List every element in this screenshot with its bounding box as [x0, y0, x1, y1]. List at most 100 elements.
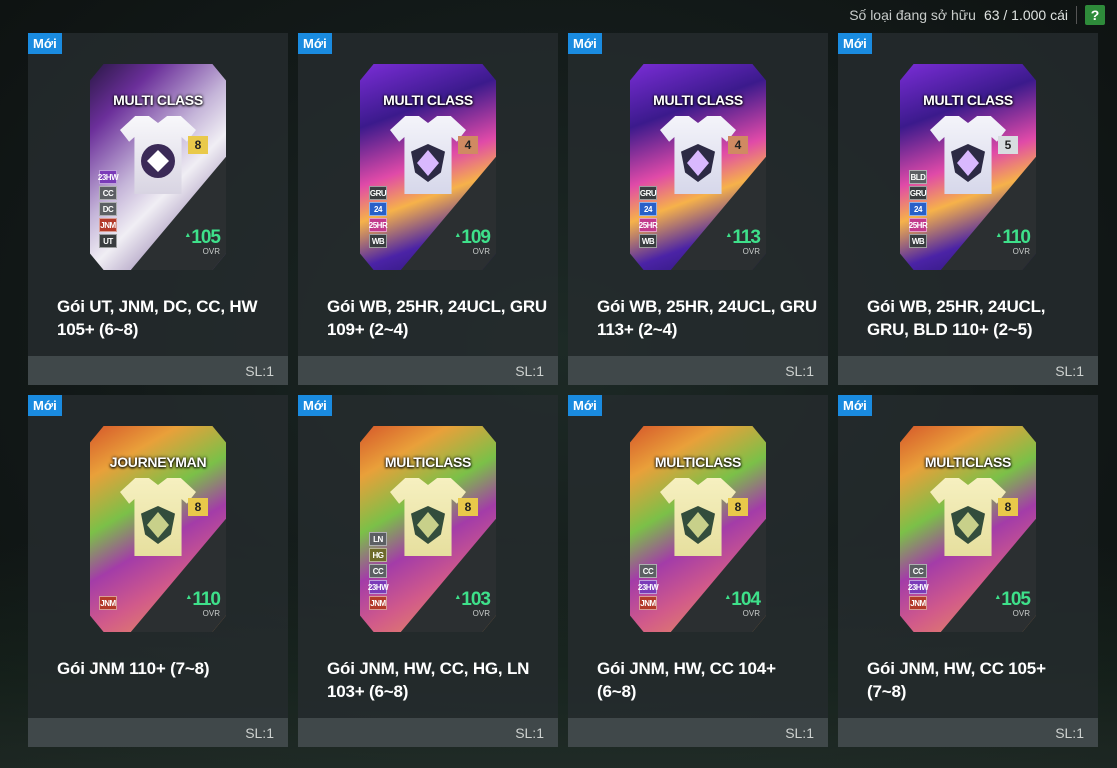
pack-card-image[interactable]: MULTI CLASS 4 GRU 24 25HR WB 113OVR — [630, 64, 766, 270]
season-badge-list: GRU 24 25HR WB — [369, 186, 388, 248]
pack-tile[interactable]: Mới MULTI CLASS 8 23HW CC DC JNM UT 105OVR Gói UT… — [28, 33, 288, 385]
pack-name: Gói WB, 25HR, 24UCL, GRU 113+ (2~4) — [597, 297, 818, 339]
season-badge: BLD — [909, 170, 927, 184]
ovr-rating: 105OVR — [184, 226, 221, 256]
ovr-value: 103 — [454, 588, 491, 609]
pack-card-image[interactable]: MULTICLASS 8 CC 23HW JNM 104OVR — [630, 426, 766, 632]
pack-card-image[interactable]: MULTICLASS 8 CC 23HW JNM 105OVR — [900, 426, 1036, 632]
pack-name: Gói JNM 110+ (7~8) — [57, 659, 210, 678]
pack-name: Gói JNM, HW, CC 105+ (7~8) — [867, 659, 1046, 701]
season-badge: LN — [369, 532, 387, 546]
season-badge-list: 23HW CC DC JNM UT — [98, 170, 119, 248]
season-badge-list: JNM — [99, 596, 117, 610]
ovr-value: 113 — [725, 226, 761, 247]
season-badge: WB — [909, 234, 927, 248]
season-badge-list: BLD GRU 24 25HR WB — [909, 170, 928, 248]
pack-tile[interactable]: Mới MULTI CLASS 4 GRU 24 25HR WB 109OVR Gói WB, … — [298, 33, 558, 385]
pack-tile[interactable]: Mới JOURNEYMAN 8 JNM 110OVR Gói JNM 110+ (7~8… — [28, 395, 288, 747]
season-badge: GRU — [369, 186, 387, 200]
season-badge: UT — [99, 234, 117, 248]
pack-quantity: SL:1 — [298, 356, 558, 385]
ovr-value: 105 — [184, 226, 221, 247]
new-badge: Mới — [838, 395, 872, 416]
pack-quantity: SL:1 — [28, 718, 288, 747]
season-badge-list: CC 23HW JNM — [638, 564, 659, 610]
season-badge: 25HR — [639, 218, 658, 232]
pack-tile[interactable]: Mới MULTI CLASS 5 BLD GRU 24 25HR WB 110OVR Gói W… — [838, 33, 1098, 385]
pack-name: Gói WB, 25HR, 24UCL, GRU 109+ (2~4) — [327, 297, 548, 339]
pack-grid: MớiMULTI CLASS823HWCCDCJNMUT105OVRGói UT… — [28, 33, 1098, 747]
season-badge: DC — [99, 202, 117, 216]
ovr-value: 110 — [185, 588, 221, 609]
pack-card-image[interactable]: MULTICLASS 8 LN HG CC 23HW JNM 103OVR — [360, 426, 496, 632]
pack-card-image[interactable]: MULTI CLASS 5 BLD GRU 24 25HR WB 110OVR — [900, 64, 1036, 270]
ovr-label: OVR — [472, 247, 490, 256]
season-badge: 23HW — [98, 170, 119, 184]
season-badge: JNM — [369, 596, 387, 610]
season-badge: CC — [639, 564, 657, 578]
new-badge: Mới — [568, 395, 602, 416]
upgrade-level-badge: 8 — [998, 498, 1018, 516]
pack-quantity: SL:1 — [838, 718, 1098, 747]
pack-card-image[interactable]: JOURNEYMAN 8 JNM 110OVR — [90, 426, 226, 632]
owned-count: 63 / 1.000 cái — [983, 7, 1068, 23]
card-title: JOURNEYMAN — [109, 454, 207, 470]
upgrade-level-badge: 4 — [458, 136, 478, 154]
new-badge: Mới — [838, 33, 872, 54]
new-badge: Mới — [568, 33, 602, 54]
ovr-value: 105 — [994, 588, 1031, 609]
upgrade-level-badge: 4 — [728, 136, 748, 154]
pack-name: Gói JNM, HW, CC, HG, LN 103+ (6~8) — [327, 659, 530, 701]
season-badge: CC — [99, 186, 117, 200]
ovr-label: OVR — [1012, 247, 1030, 256]
card-title: MULTICLASS — [924, 454, 1012, 470]
season-badge: 25HR — [369, 218, 388, 232]
ovr-rating: 113OVR — [725, 226, 761, 256]
season-badge-list: LN HG CC 23HW JNM — [368, 532, 389, 610]
season-badge: 24 — [909, 202, 927, 216]
ovr-rating: 110OVR — [185, 588, 221, 618]
season-emblem-icon — [141, 144, 175, 178]
pack-card-image[interactable]: MULTI CLASS 4 GRU 24 25HR WB 109OVR — [360, 64, 496, 270]
upgrade-level-badge: 8 — [728, 498, 748, 516]
upgrade-level-badge: 8 — [188, 498, 208, 516]
pack-tile[interactable]: Mới MULTICLASS 8 LN HG CC 23HW JNM 103OVR Gói JNM… — [298, 395, 558, 747]
owned-summary: Số loại đang sở hữu 63 / 1.000 cái ? — [849, 4, 1105, 26]
pack-tile[interactable]: Mới MULTI CLASS 4 GRU 24 25HR WB 113OVR Gói WB, … — [568, 33, 828, 385]
pack-quantity: SL:1 — [838, 356, 1098, 385]
ovr-label: OVR — [202, 247, 220, 256]
pack-quantity: SL:1 — [298, 718, 558, 747]
season-badge: CC — [369, 564, 387, 578]
card-title: MULTICLASS — [384, 454, 472, 470]
season-badge: 24 — [639, 202, 657, 216]
season-badge-list: CC 23HW JNM — [908, 564, 929, 610]
season-badge: 23HW — [638, 580, 659, 594]
season-badge: JNM — [99, 596, 117, 610]
new-badge: Mới — [298, 395, 332, 416]
season-badge: WB — [639, 234, 657, 248]
card-title: MULTICLASS — [654, 454, 742, 470]
pack-card-image[interactable]: MULTI CLASS 8 23HW CC DC JNM UT 105OVR — [90, 64, 226, 270]
pack-quantity: SL:1 — [28, 356, 288, 385]
season-badge: GRU — [639, 186, 657, 200]
pack-tile[interactable]: Mới MULTICLASS 8 CC 23HW JNM 105OVR Gói JNM, HW… — [838, 395, 1098, 747]
upgrade-level-badge: 8 — [188, 136, 208, 154]
ovr-label: OVR — [202, 609, 220, 618]
ovr-value: 104 — [724, 588, 761, 609]
ovr-rating: 104OVR — [724, 588, 761, 618]
season-badge: JNM — [909, 596, 927, 610]
season-badge: JNM — [639, 596, 657, 610]
pack-tile[interactable]: Mới MULTICLASS 8 CC 23HW JNM 104OVR Gói JNM, HW… — [568, 395, 828, 747]
ovr-value: 110 — [995, 226, 1031, 247]
pack-name: Gói JNM, HW, CC 104+ (6~8) — [597, 659, 776, 701]
season-badge: 24 — [369, 202, 387, 216]
help-button[interactable]: ? — [1085, 5, 1105, 25]
season-badge: WB — [369, 234, 387, 248]
card-title: MULTI CLASS — [113, 92, 203, 108]
new-badge: Mới — [298, 33, 332, 54]
ovr-label: OVR — [742, 247, 760, 256]
pack-quantity: SL:1 — [568, 718, 828, 747]
divider — [1076, 6, 1077, 24]
upgrade-level-badge: 5 — [998, 136, 1018, 154]
new-badge: Mới — [28, 395, 62, 416]
